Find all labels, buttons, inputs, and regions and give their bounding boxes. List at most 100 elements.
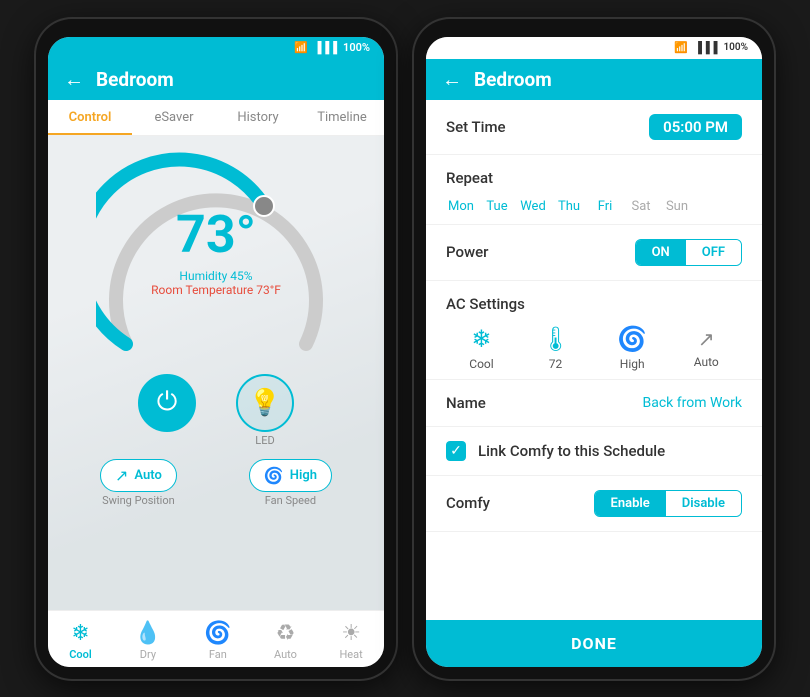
fan-mode-icon: 🌀 [204,621,231,646]
ac-auto-icon: ↗ [698,327,715,351]
battery-text: 100% [343,41,370,54]
led-label: LED [255,434,274,447]
power-off-btn[interactable]: OFF [686,240,741,265]
thermostat-dial[interactable]: 73° Humidity 45% Room Temperature 73°F [96,144,336,374]
fan-icon: 🌀 [264,466,284,485]
swing-control: ↗ Auto Swing Position [100,459,177,507]
auto-label: Auto [274,648,297,661]
link-comfy-label: Link Comfy to this Schedule [478,442,665,460]
ac-speed-label: High [620,357,645,371]
page-title: Bedroom [96,68,174,91]
fan-mode-label: Fan [209,648,227,661]
comfy-disable-btn[interactable]: Disable [666,491,741,516]
set-time-row: Set Time 05:00 PM [426,100,762,155]
wifi-icon-r: 📶 [674,41,688,54]
ac-icons-row: ❄ Cool 🌡 72 🌀 High ↗ Auto [446,325,742,371]
auto-icon: ♻ [276,621,296,646]
bottom-controls: ↗ Auto Swing Position 🌀 High Fan Speed [48,451,384,515]
name-label: Name [446,394,486,412]
day-sun[interactable]: Sun [662,197,692,216]
ac-cool-label: Cool [469,357,493,371]
humidity-label: Humidity 45% [96,269,336,283]
schedule-content: Set Time 05:00 PM Repeat Mon Tue Wed Thu… [426,100,762,620]
temperature-display: 73° Humidity 45% Room Temperature 73°F [96,204,336,297]
temp-info: Humidity 45% Room Temperature 73°F [96,269,336,297]
power-icon: ⏻ [157,387,178,418]
tab-control[interactable]: Control [48,100,132,135]
right-header: ← Bedroom [426,59,762,100]
comfy-enable-btn[interactable]: Enable [595,491,666,516]
ac-settings-row: AC Settings ❄ Cool 🌡 72 🌀 High [426,281,762,380]
day-mon[interactable]: Mon [446,197,476,216]
battery-text-r: 100% [723,42,748,53]
cool-label: Cool [69,648,92,661]
ac-temp[interactable]: 🌡 72 [540,325,570,371]
swing-button[interactable]: ↗ Auto [100,459,177,492]
days-row: Mon Tue Wed Thu Fri Sat Sun [446,197,742,216]
power-toggle: ON OFF [635,239,742,266]
link-comfy-row: ✓ Link Comfy to this Schedule [426,427,762,476]
swing-sub: Swing Position [102,494,175,507]
name-value[interactable]: Back from Work [643,395,742,411]
right-status-bar: 📶 ▐▐▐ 100% [426,37,762,59]
ac-temp-label: 72 [549,357,563,371]
page-title-r: Bedroom [474,68,552,91]
controls-pair: ⏻ 💡 LED [138,374,294,447]
swing-label: Auto [134,468,161,483]
tab-bar: Control eSaver History Timeline [48,100,384,136]
tab-history[interactable]: History [216,100,300,135]
fan-button[interactable]: 🌀 High [249,459,332,492]
mode-dry[interactable]: 💧 Dry [134,621,161,661]
ac-speed[interactable]: 🌀 High [617,325,647,371]
control-inner: 73° Humidity 45% Room Temperature 73°F ⏻ [48,136,384,515]
back-button-r[interactable]: ← [442,67,462,92]
left-header: ← Bedroom [48,59,384,100]
power-on-btn[interactable]: ON [636,240,686,265]
fan-control: 🌀 High Fan Speed [249,459,332,507]
left-phone: 📶 ▐▐▐ 100% ← Bedroom Control eSaver Hist… [36,19,396,679]
right-screen: 📶 ▐▐▐ 100% ← Bedroom Set Time 05:00 PM R… [426,37,762,667]
ac-settings-label: AC Settings [446,295,742,313]
left-screen: 📶 ▐▐▐ 100% ← Bedroom Control eSaver Hist… [48,37,384,667]
ac-auto-label: Auto [694,355,719,369]
comfy-label: Comfy [446,494,490,512]
comfy-toggle: Enable Disable [594,490,742,517]
time-badge[interactable]: 05:00 PM [649,114,742,140]
day-sat[interactable]: Sat [626,197,656,216]
tab-esaver[interactable]: eSaver [132,100,216,135]
control-content: 73° Humidity 45% Room Temperature 73°F ⏻ [48,136,384,610]
set-time-label: Set Time [446,118,506,136]
day-wed[interactable]: Wed [518,197,548,216]
signal-icon-r: ▐▐▐ [694,41,717,54]
link-comfy-checkbox[interactable]: ✓ [446,441,466,461]
power-label: Power [446,243,488,261]
fan-sub: Fan Speed [265,494,316,507]
mode-cool[interactable]: ❄ Cool [69,621,92,661]
repeat-label: Repeat [446,169,742,187]
comfy-row: Comfy Enable Disable [426,476,762,532]
mode-auto[interactable]: ♻ Auto [274,621,297,661]
power-row: Power ON OFF [426,225,762,281]
day-tue[interactable]: Tue [482,197,512,216]
led-wrapper: 💡 LED [236,374,294,447]
ac-speed-icon: 🌀 [617,325,647,353]
ac-temp-icon: 🌡 [540,325,570,353]
name-row: Name Back from Work [426,380,762,427]
room-temp-label: Room Temperature 73°F [96,283,336,297]
mode-fan[interactable]: 🌀 Fan [204,621,231,661]
day-fri[interactable]: Fri [590,197,620,216]
heat-icon: ☀ [341,621,361,646]
fan-label: High [290,468,317,483]
tab-timeline[interactable]: Timeline [300,100,384,135]
cool-icon: ❄ [71,621,89,646]
done-button[interactable]: DONE [426,620,762,667]
right-phone: 📶 ▐▐▐ 100% ← Bedroom Set Time 05:00 PM R… [414,19,774,679]
ac-auto[interactable]: ↗ Auto [694,327,719,369]
heat-label: Heat [339,648,362,661]
back-button[interactable]: ← [64,67,84,92]
power-wrapper: ⏻ [138,374,196,447]
mode-heat[interactable]: ☀ Heat [339,621,362,661]
day-thu[interactable]: Thu [554,197,584,216]
ac-cool-icon: ❄ [471,325,491,353]
ac-cool[interactable]: ❄ Cool [469,325,493,371]
